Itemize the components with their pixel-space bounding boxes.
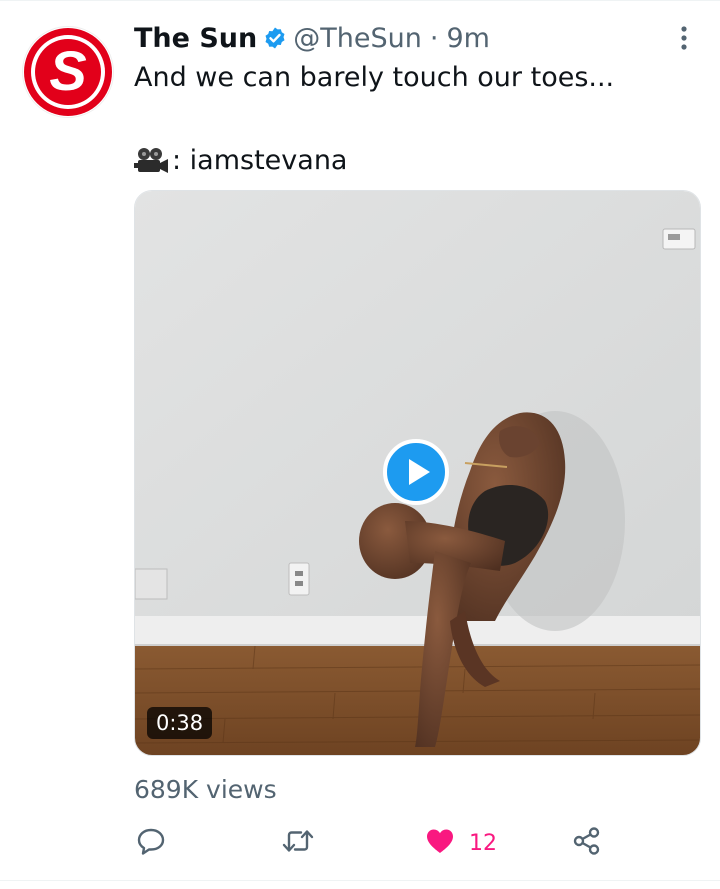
reply-button[interactable]: [136, 826, 166, 860]
timestamp[interactable]: 9m: [446, 23, 489, 54]
author-name[interactable]: The Sun: [134, 23, 257, 54]
share-button[interactable]: [572, 826, 602, 860]
bottom-divider: [0, 880, 720, 881]
tweet-credit: : iamstevana: [134, 145, 347, 176]
action-bar: 12: [0, 826, 720, 862]
more-options-icon[interactable]: [676, 25, 692, 51]
like-count: 12: [469, 830, 497, 856]
author-handle[interactable]: @TheSun: [293, 23, 422, 54]
reply-icon: [136, 826, 166, 860]
movie-camera-icon: [134, 147, 170, 175]
share-icon: [572, 826, 602, 860]
play-icon[interactable]: [383, 439, 449, 505]
view-count: 689K views: [134, 775, 277, 804]
retweet-icon: [281, 826, 315, 860]
the-sun-logo: S: [24, 28, 112, 116]
like-icon: [425, 827, 455, 859]
credit-text: : iamstevana: [172, 145, 348, 176]
top-divider: [0, 0, 720, 1]
svg-text:S: S: [49, 39, 86, 102]
verified-badge-icon: [263, 26, 287, 50]
retweet-button[interactable]: [281, 826, 315, 860]
video-duration: 0:38: [147, 707, 213, 739]
separator-dot: ·: [429, 22, 439, 54]
like-button[interactable]: 12: [425, 826, 497, 860]
video-player[interactable]: 0:38: [134, 190, 701, 756]
avatar[interactable]: S: [22, 26, 114, 118]
tweet-header: The Sun @TheSun · 9m: [134, 18, 490, 58]
tweet-text: And we can barely touch our toes...: [134, 62, 615, 93]
